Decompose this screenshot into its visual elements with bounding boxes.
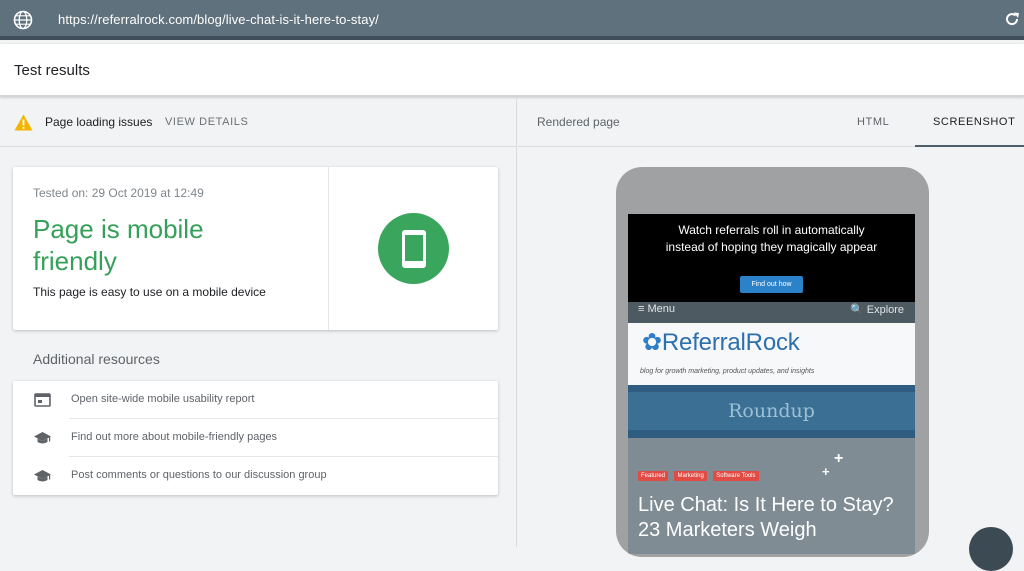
promo-banner: Watch referrals roll in automatically in… (628, 214, 915, 302)
brand-name: ReferralRock (661, 329, 800, 356)
plus-icon: + (834, 450, 844, 467)
mobile-friendly-badge (378, 213, 449, 284)
plus-icon: + (822, 464, 830, 479)
tab-screenshot[interactable]: SCREENSHOT (915, 99, 1024, 147)
brand-tagline: blog for growth marketing, product updat… (640, 368, 815, 375)
site-brand-header: ✿ReferralRock blog for growth marketing,… (628, 323, 915, 385)
divider-stripe (628, 385, 915, 392)
gear-icon: ✿ (642, 329, 662, 356)
browser-url-bar: https://referralrock.com/blog/live-chat-… (0, 0, 1024, 40)
referralrock-logo: ✿ReferralRock (642, 328, 800, 357)
floating-action-button[interactable] (969, 527, 1013, 571)
tag-marketing: Marketing (674, 471, 707, 481)
tested-on-date: Tested on: 29 Oct 2019 at 12:49 (33, 186, 204, 200)
menu-label: ≡ Menu (638, 303, 675, 315)
section-banner: Roundup (628, 392, 915, 430)
school-icon (34, 470, 51, 482)
page-loading-issues-bar: Page loading issues VIEW DETAILS (0, 99, 517, 147)
url-text[interactable]: https://referralrock.com/blog/live-chat-… (58, 12, 379, 27)
post-tags: Featured Marketing Software Tools (638, 464, 761, 482)
school-icon (34, 432, 51, 444)
resource-item-discussion-group[interactable]: Post comments or questions to our discus… (13, 457, 498, 495)
resource-label: Find out more about mobile-friendly page… (71, 431, 278, 443)
card-divider (328, 167, 329, 330)
resource-label: Open site-wide mobile usability report (71, 393, 255, 405)
additional-resources-heading: Additional resources (33, 351, 160, 367)
results-header: Test results (0, 44, 1024, 97)
post-title: Live Chat: Is It Here to Stay? 23 Market… (638, 494, 894, 541)
verdict-description: This page is easy to use on a mobile dev… (33, 285, 266, 299)
rendered-page-toolbar: Rendered page HTML SCREENSHOT (518, 99, 1024, 147)
page-title: Test results (14, 62, 90, 79)
report-icon (34, 393, 51, 407)
reload-icon[interactable] (1004, 11, 1020, 27)
resource-item-mobile-friendly-pages[interactable]: Find out more about mobile-friendly page… (13, 419, 498, 457)
promo-text: Watch referrals roll in automatically in… (665, 223, 878, 254)
warning-icon (14, 114, 33, 131)
phone-preview-frame: Watch referrals roll in automatically in… (616, 167, 929, 557)
site-navbar: ≡ Menu 🔍 Explore (628, 302, 915, 323)
tag-featured: Featured (638, 471, 669, 481)
find-out-how-button: Find out how (740, 276, 803, 293)
mobile-friendly-result-card: Tested on: 29 Oct 2019 at 12:49 Page is … (13, 167, 498, 330)
rendered-page-label: Rendered page (537, 115, 620, 129)
post-hero: Featured Marketing Software Tools + + Li… (628, 438, 915, 554)
resource-label: Post comments or questions to our discus… (71, 469, 327, 481)
tag-software-tools: Software Tools (713, 471, 759, 481)
verdict-title: Page is mobile friendly (33, 214, 204, 276)
page-loading-issues-label: Page loading issues (45, 115, 153, 129)
view-details-link[interactable]: VIEW DETAILS (165, 116, 248, 128)
tab-screenshot-label: SCREENSHOT (933, 116, 1016, 128)
additional-resources-list: Open site-wide mobile usability report F… (13, 381, 498, 495)
explore-label: 🔍 Explore (850, 304, 905, 316)
divider-stripe (628, 430, 915, 438)
phone-screenshot: Watch referrals roll in automatically in… (628, 214, 915, 554)
resource-item-usability-report[interactable]: Open site-wide mobile usability report (13, 381, 498, 419)
rendered-page-panel: Rendered page HTML SCREENSHOT Watch refe… (518, 99, 1024, 557)
results-panel: Page loading issues VIEW DETAILS Tested … (0, 99, 517, 547)
mobile-phone-icon (401, 229, 426, 268)
tab-html[interactable]: HTML (857, 116, 889, 128)
globe-icon (13, 10, 33, 30)
